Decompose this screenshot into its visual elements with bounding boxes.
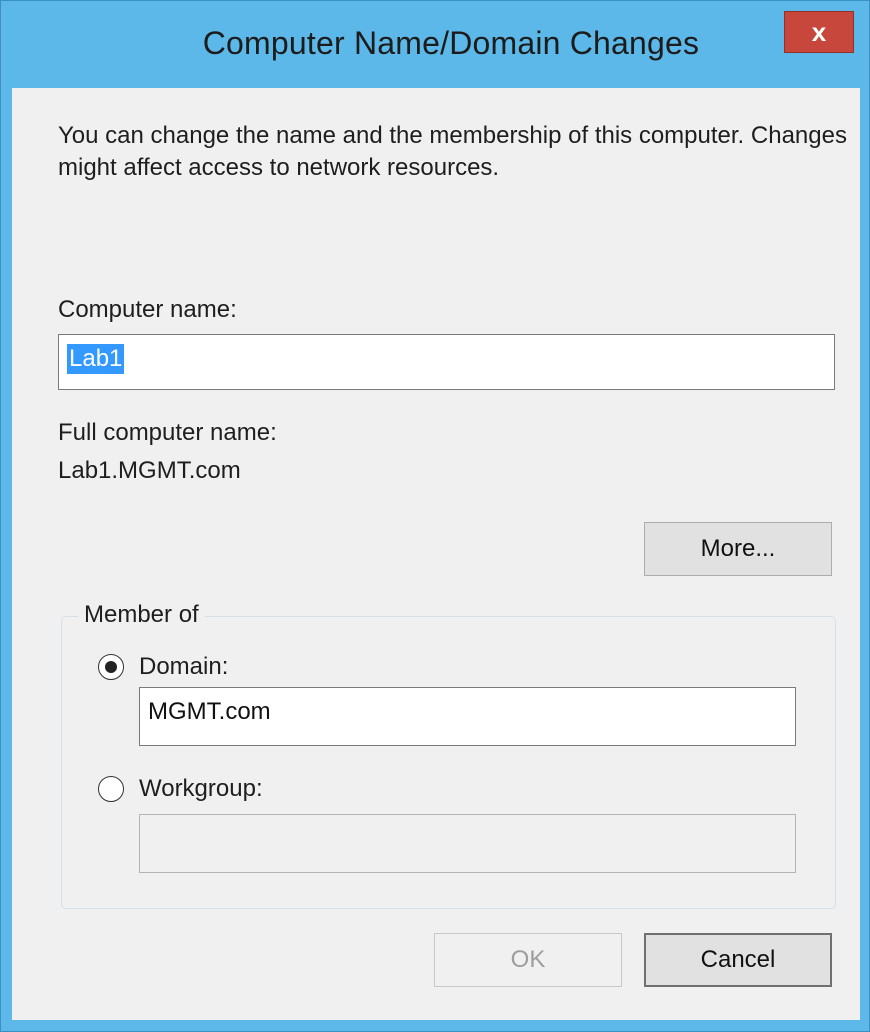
radio-dot bbox=[105, 661, 117, 673]
close-button[interactable]: x bbox=[784, 11, 854, 53]
workgroup-radio-label[interactable]: Workgroup: bbox=[139, 775, 263, 803]
full-computer-name-value: Lab1.MGMT.com bbox=[58, 457, 241, 484]
title-bar[interactable]: Computer Name/Domain Changes x bbox=[1, 1, 869, 87]
computer-name-input[interactable]: Lab1 bbox=[58, 334, 835, 390]
ok-button[interactable]: OK bbox=[434, 933, 622, 987]
window-title: Computer Name/Domain Changes bbox=[202, 25, 700, 61]
radio-unselected-icon[interactable] bbox=[98, 776, 124, 802]
domain-radio-label[interactable]: Domain: bbox=[139, 653, 228, 681]
description-text: You can change the name and the membersh… bbox=[58, 122, 847, 181]
dialog-body: You can change the name and the membersh… bbox=[12, 88, 860, 1020]
dialog-window: Computer Name/Domain Changes x You can c… bbox=[0, 0, 870, 1032]
member-of-legend: Member of bbox=[78, 601, 205, 629]
full-computer-name-label: Full computer name: bbox=[58, 419, 277, 446]
radio-selected-icon[interactable] bbox=[98, 654, 124, 680]
domain-value: MGMT.com bbox=[148, 698, 271, 725]
computer-name-value: Lab1 bbox=[67, 344, 125, 374]
cancel-button[interactable]: Cancel bbox=[644, 933, 832, 987]
more-button[interactable]: More... bbox=[644, 522, 832, 576]
workgroup-input[interactable] bbox=[139, 814, 796, 873]
close-icon: x bbox=[811, 16, 827, 47]
computer-name-label: Computer name: bbox=[58, 296, 237, 323]
domain-input[interactable]: MGMT.com bbox=[139, 687, 796, 746]
